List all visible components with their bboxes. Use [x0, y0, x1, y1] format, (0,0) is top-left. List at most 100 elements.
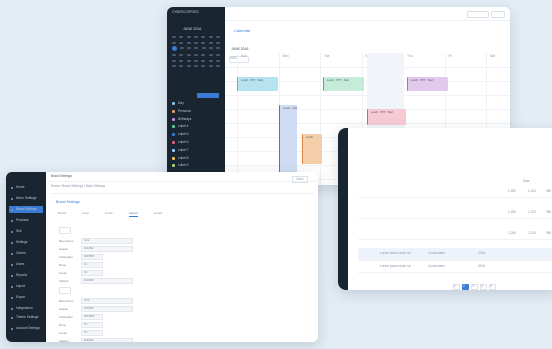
mini-calendar[interactable] [172, 36, 220, 71]
calendar-list-item[interactable]: Label 4 [172, 124, 222, 129]
day-header: Sun [241, 54, 247, 58]
save-button[interactable]: Save [292, 176, 308, 183]
calendar-list-item[interactable]: Label 5 [172, 132, 222, 137]
table-cell: 980 [546, 231, 552, 235]
settings-tab[interactable]: Fonts [105, 211, 113, 217]
table-cell: 2016 [478, 251, 486, 255]
sidebar-item-icon [11, 219, 13, 222]
pagination-page-button[interactable]: 5 [489, 284, 496, 290]
settings-tab[interactable]: Layout [128, 211, 138, 217]
settings-field: Menu On [59, 322, 103, 328]
sidebar-item[interactable]: Products [9, 217, 43, 224]
settings-field: Footer On [59, 330, 103, 336]
calendar-event[interactable]: Lunch [302, 134, 322, 164]
sidebar-item[interactable]: Orders [9, 250, 43, 257]
calendar-list-item[interactable]: Label 6 [172, 140, 222, 145]
settings-field: Subheader #3A7BD5 [59, 314, 103, 320]
sidebar-item-label: Export [16, 294, 26, 299]
calendar-list-label: Label 7 [178, 147, 189, 152]
screenshot-canvas: { "calendar_window": { "app_title": "CYB… [0, 0, 552, 349]
calendar-event[interactable]: Lunch · Call [279, 105, 297, 175]
settings-field: Base Name Corp [59, 238, 133, 244]
calendar-event[interactable]: Lunch · PTP · Start [237, 77, 278, 91]
sidebar-item[interactable]: Export [9, 294, 43, 301]
calendar-list-item[interactable]: Day [172, 101, 222, 106]
settings-field-label: Footer [59, 271, 68, 275]
settings-field-input[interactable]: On [81, 330, 103, 336]
sidebar-item[interactable]: Users [9, 261, 43, 268]
sidebar-item[interactable]: Import [9, 283, 43, 290]
sidebar-item-icon [11, 285, 13, 288]
calendar-list-item[interactable]: Label 9 [172, 163, 222, 168]
sidebar-item[interactable]: Brand Settings [9, 206, 43, 213]
settings-field-label: Subheader [59, 255, 73, 259]
week-label: JUNE 2016 [231, 47, 249, 51]
table-window: Date 1,280 1,120 980 1,280 1,120 980 1,280 1,12… [338, 128, 552, 290]
table-row[interactable]: 1,280 1,120 980 [358, 186, 552, 198]
settings-tab[interactable]: Locale [154, 211, 163, 217]
settings-field-input[interactable]: On [81, 270, 103, 276]
settings-field-input[interactable]: #1A2532 [81, 306, 133, 312]
settings-tab[interactable]: Brand [58, 211, 66, 217]
calendar-list-label: Label 9 [178, 163, 189, 168]
table-row[interactable]: Lorem ipsum dolor sit Consectetur 2016 [358, 248, 552, 260]
calendar-event[interactable]: Lunch · PTP · Start [367, 109, 406, 125]
settings-header: Brand Settings [46, 172, 318, 182]
pagination-page-button[interactable]: 1 [453, 284, 460, 290]
sidebar-item[interactable]: Menu Settings [9, 195, 43, 202]
settings-field-input[interactable]: On [81, 262, 103, 268]
table-cell: 1,280 [508, 189, 516, 193]
pagination-page-button[interactable]: 2 [462, 284, 469, 290]
pagination-page-button[interactable]: 3 [471, 284, 478, 290]
calendar-list-item[interactable]: Label 7 [172, 147, 222, 152]
calendar-color-swatch [172, 125, 175, 129]
table-row[interactable]: 1,280 1,120 980 [358, 207, 552, 219]
calendar-list-item[interactable]: Birthdays [172, 117, 222, 121]
settings-field-input[interactable]: Corp [81, 298, 133, 304]
calendar-event[interactable]: Lunch · PTP · Start [323, 77, 364, 91]
sidebar-item[interactable]: Home [9, 184, 43, 191]
table-cell: 980 [546, 210, 552, 214]
pagination-page-button[interactable]: 4 [480, 284, 487, 290]
settings-field-input[interactable]: #3A7BD5 [81, 254, 103, 260]
calendar-event-label: Lunch · Call [283, 107, 297, 110]
table-cell: Consectetur [428, 251, 446, 255]
settings-field-input[interactable]: #1A2532 [81, 278, 133, 284]
day-column-line [237, 53, 238, 185]
sidebar-item[interactable]: Integrations [9, 305, 43, 312]
settings-field: Sidebar #1A2532 [59, 338, 133, 342]
sidebar-item-icon [11, 274, 13, 277]
topbar-action-button[interactable] [467, 11, 489, 18]
calendar-event-label: Lunch · PTP · Start [371, 111, 394, 114]
sidebar-item[interactable]: Reports [9, 272, 43, 279]
settings-field-input[interactable]: #3A7BD5 [81, 314, 103, 320]
settings-window: Home Menu Settings Brand Settings Products S… [6, 172, 318, 342]
topbar-user-button[interactable] [491, 11, 505, 18]
table-row[interactable]: 1,280 1,120 980 [358, 228, 552, 240]
section-tag[interactable] [59, 287, 71, 294]
settings-field-input[interactable]: Corp [81, 238, 133, 244]
sidebar-item-label: Brand Settings [16, 206, 37, 211]
settings-header-title: Brand Settings [51, 174, 72, 178]
section-tag[interactable] [59, 227, 71, 234]
sidebar-item[interactable]: Settings [9, 239, 43, 246]
calendar-list-item[interactable]: Personal [172, 109, 222, 113]
calendar-list-item[interactable]: Label 8 [172, 155, 222, 160]
calendar-list-label: Label 4 [178, 124, 189, 129]
settings-field-input[interactable]: #1A2532 [81, 246, 133, 252]
sidebar-item[interactable]: Sell [9, 228, 43, 235]
day-header: Mon [282, 54, 289, 58]
calendar-event[interactable]: Lunch · PTP · Start [407, 77, 448, 91]
settings-tab[interactable]: Color [82, 211, 89, 217]
table-row[interactable]: Lorem ipsum dolor sit Consectetur 2016 [358, 261, 552, 273]
add-calendar-button[interactable] [197, 93, 219, 98]
sidebar-item[interactable]: Theme Settings [9, 314, 43, 321]
settings-field: Base Name Corp [59, 298, 133, 304]
settings-field-input[interactable]: #1A2532 [81, 338, 133, 342]
sidebar-item-icon [11, 252, 13, 255]
calendar-list-label: Label 8 [178, 155, 189, 160]
selected-day[interactable] [172, 45, 177, 51]
sidebar-item[interactable]: Account Settings [9, 325, 43, 332]
settings-field-input[interactable]: On [81, 322, 103, 328]
calendar-color-swatch [172, 102, 175, 106]
